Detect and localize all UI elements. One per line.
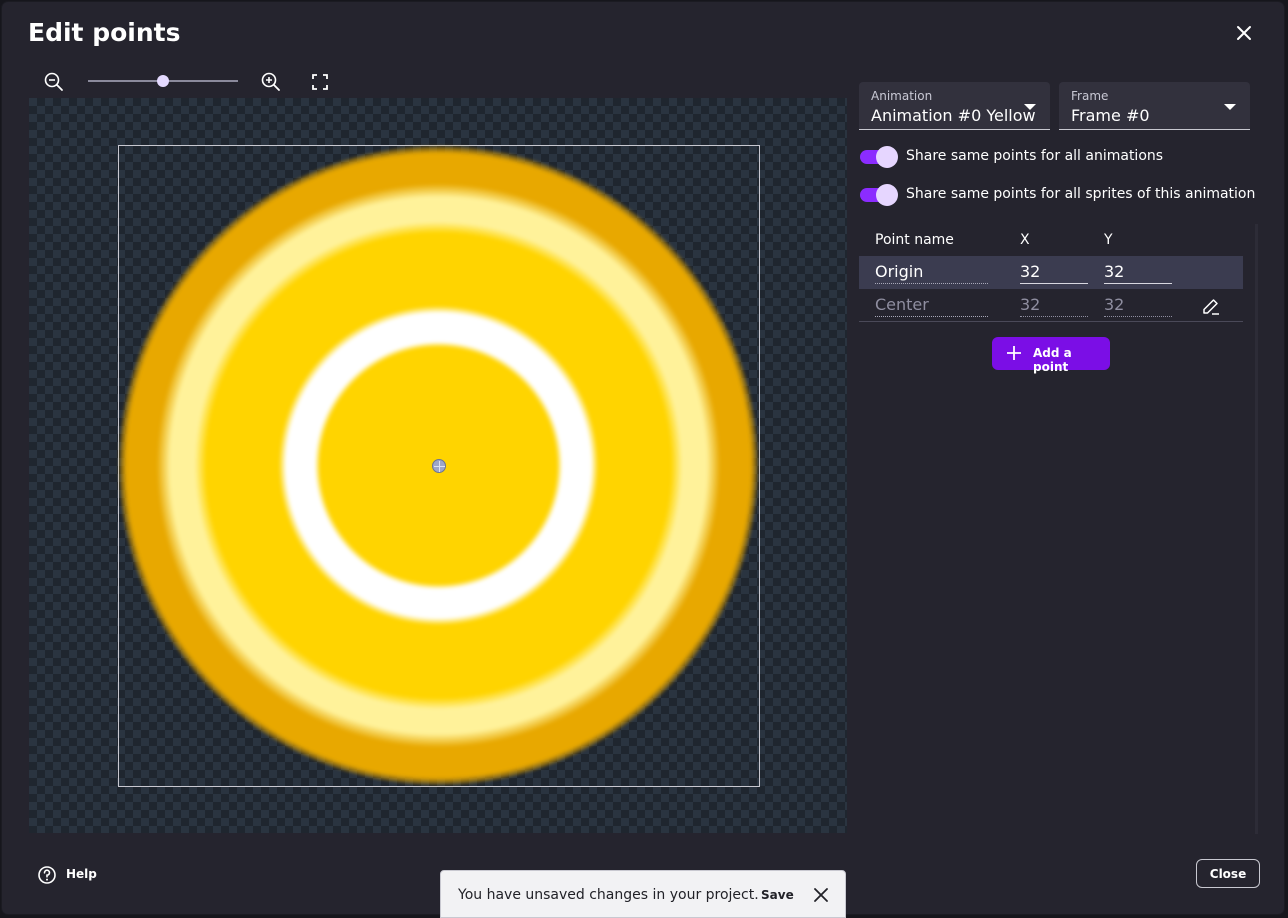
column-header-y: Y <box>1104 232 1113 248</box>
sprite-canvas[interactable] <box>29 98 847 833</box>
unsaved-changes-snackbar: You have unsaved changes in your project… <box>440 870 846 918</box>
frame-select-value: Frame #0 <box>1071 106 1150 125</box>
animation-select[interactable]: Animation Animation #0 Yellow <box>859 82 1050 130</box>
point-x-field[interactable]: 32 <box>1020 289 1088 317</box>
snackbar-save-button[interactable]: Save <box>761 888 794 902</box>
frame-select[interactable]: Frame Frame #0 <box>1059 82 1250 130</box>
point-x-field[interactable]: 32 <box>1020 256 1088 284</box>
snackbar-message: You have unsaved changes in your project… <box>458 887 759 903</box>
origin-point-marker[interactable] <box>432 459 446 473</box>
table-row[interactable]: Origin 32 32 <box>859 256 1243 289</box>
panel-scrollbar[interactable] <box>1255 224 1258 834</box>
frame-select-label: Frame <box>1071 89 1109 103</box>
sprite-bounds <box>118 145 760 787</box>
toggle-label: Share same points for all sprites of thi… <box>906 186 1256 202</box>
add-point-label: Add a point <box>1033 346 1072 374</box>
zoom-in-icon[interactable] <box>260 71 282 93</box>
help-circle-icon <box>38 866 56 884</box>
point-name-field[interactable]: Origin <box>875 256 988 284</box>
pencil-icon[interactable] <box>1201 296 1221 316</box>
point-name-field[interactable]: Center <box>875 289 988 317</box>
add-point-button[interactable]: Add a point <box>992 337 1110 374</box>
toggle-share-all-sprites[interactable]: Share same points for all sprites of thi… <box>860 182 1255 208</box>
plus-icon <box>1007 346 1021 360</box>
close-button-label: Close <box>1209 867 1247 881</box>
close-icon[interactable] <box>1233 22 1255 44</box>
point-y-field[interactable]: 32 <box>1104 289 1172 317</box>
close-button[interactable]: Close <box>1196 859 1260 888</box>
animation-select-label: Animation <box>871 89 933 103</box>
fullscreen-fit-icon[interactable] <box>309 71 331 93</box>
toggle-knob[interactable] <box>876 184 898 206</box>
toggle-label: Share same points for all animations <box>906 148 1164 164</box>
animation-select-value: Animation #0 Yellow <box>871 106 1036 125</box>
point-y-field[interactable]: 32 <box>1104 256 1172 284</box>
zoom-out-icon[interactable] <box>43 71 65 93</box>
dialog-title: Edit points <box>28 18 181 47</box>
chevron-down-icon <box>1024 104 1036 110</box>
chevron-down-icon <box>1224 104 1236 110</box>
zoom-slider-thumb[interactable] <box>157 75 169 87</box>
column-header-point-name: Point name <box>875 232 954 248</box>
column-header-x: X <box>1020 232 1030 248</box>
toggle-share-all-animations[interactable]: Share same points for all animations <box>860 144 1240 170</box>
toggle-knob[interactable] <box>876 146 898 168</box>
table-row[interactable]: Center 32 32 <box>859 289 1243 322</box>
edit-points-dialog: Edit points Animation Animation #0 Yello… <box>2 2 1284 914</box>
help-label: Help <box>66 867 97 881</box>
close-icon[interactable] <box>813 887 829 903</box>
